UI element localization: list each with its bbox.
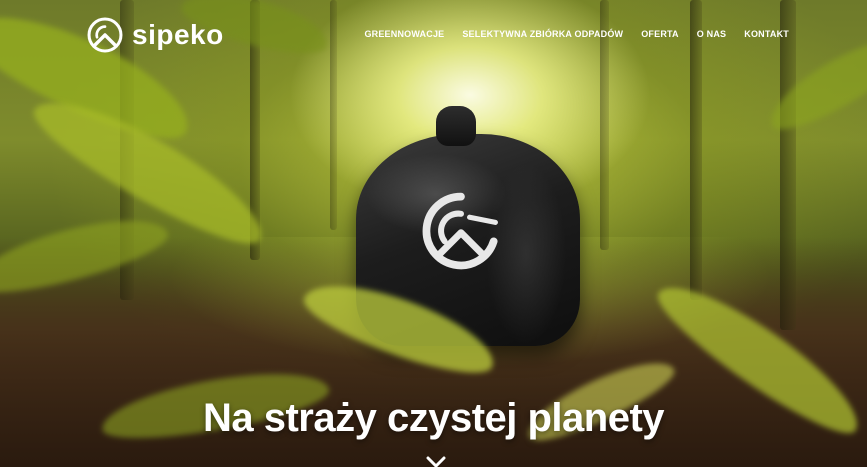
sipeko-logo-icon [87,17,123,53]
trash-bag-knot [436,106,476,146]
nav-item-selektywna-zbiorka[interactable]: SELEKTYWNA ZBIÓRKA ODPADÓW [462,29,623,39]
nav-item-greennowacje[interactable]: GREENNOWACJE [364,29,444,39]
chevron-down-icon[interactable] [425,455,447,467]
site-header: sipeko GREENNOWACJE SELEKTYWNA ZBIÓRKA O… [0,0,867,70]
bag-logo-icon [422,192,498,270]
brand-logo-link[interactable]: sipeko [86,16,224,54]
nav-item-oferta[interactable]: OFERTA [641,29,679,39]
nav-item-kontakt[interactable]: KONTAKT [744,29,789,39]
hero-headline: Na straży czystej planety [202,396,665,440]
brand-name: sipeko [132,19,224,50]
main-menu: GREENNOWACJE SELEKTYWNA ZBIÓRKA ODPADÓW … [364,29,789,39]
hero-section: sipeko GREENNOWACJE SELEKTYWNA ZBIÓRKA O… [0,0,867,467]
nav-item-o-nas[interactable]: O NAS [697,29,727,39]
